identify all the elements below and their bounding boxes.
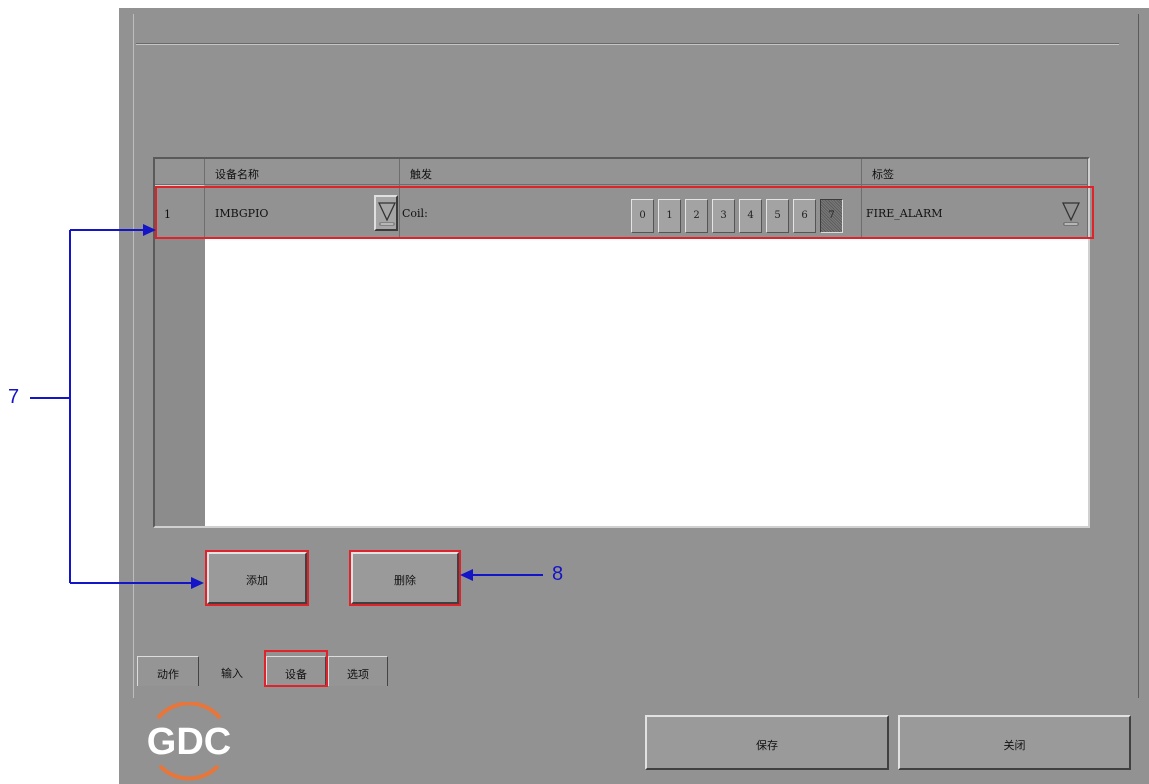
callout-lines	[30, 224, 543, 589]
callout-8: 8	[552, 563, 564, 585]
callout-7: 7	[8, 386, 20, 408]
